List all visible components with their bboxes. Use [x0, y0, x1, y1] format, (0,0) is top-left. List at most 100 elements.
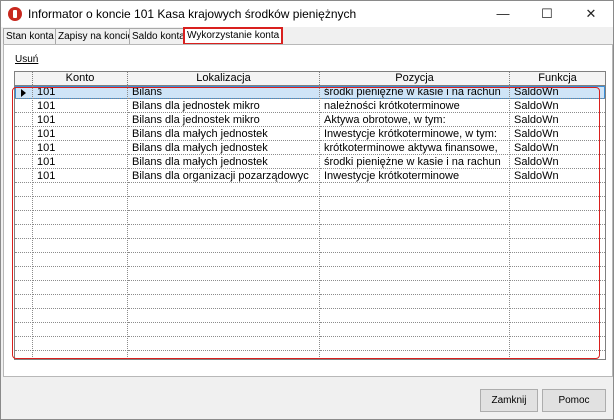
cell-lokalizacja[interactable]	[128, 184, 320, 197]
cell-funkcja[interactable]	[510, 226, 605, 239]
tab-wykorzystanie-konta[interactable]: Wykorzystanie konta	[183, 27, 284, 45]
empty-row[interactable]	[15, 296, 605, 309]
cell-funkcja[interactable]: SaldoWn	[510, 142, 605, 155]
cell-lokalizacja[interactable]	[128, 324, 320, 337]
cell-konto[interactable]: 101	[33, 156, 128, 169]
cell-funkcja[interactable]	[510, 296, 605, 309]
cell-funkcja[interactable]	[510, 310, 605, 323]
cell-pozycja[interactable]	[320, 198, 510, 211]
cell-lokalizacja[interactable]: Bilans dla małych jednostek	[128, 128, 320, 141]
cell-pozycja[interactable]: Aktywa obrotowe, w tym:	[320, 114, 510, 127]
tab-zapisy-na-koncie[interactable]: Zapisy na koncie	[55, 28, 137, 45]
tab-saldo-konta[interactable]: Saldo konta	[129, 28, 188, 45]
cell-konto[interactable]	[33, 268, 128, 281]
cell-pozycja[interactable]	[320, 338, 510, 351]
header-funkcja[interactable]: Funkcja	[510, 72, 605, 85]
cell-pozycja[interactable]	[320, 310, 510, 323]
empty-row[interactable]	[15, 352, 605, 359]
cell-konto[interactable]	[33, 212, 128, 225]
cell-konto[interactable]	[33, 240, 128, 253]
cell-pozycja[interactable]	[320, 254, 510, 267]
empty-row[interactable]	[15, 240, 605, 253]
help-button[interactable]: Pomoc	[542, 389, 606, 412]
cell-konto[interactable]: 101	[33, 100, 128, 113]
cell-pozycja[interactable]: krótkoterminowe aktywa finansowe,	[320, 142, 510, 155]
cell-konto[interactable]: 101	[33, 170, 128, 183]
cell-lokalizacja[interactable]: Bilans dla jednostek mikro	[128, 100, 320, 113]
cell-funkcja[interactable]	[510, 212, 605, 225]
cell-pozycja[interactable]: środki pieniężne w kasie i na rachun	[320, 156, 510, 169]
cell-funkcja[interactable]: SaldoWn	[510, 156, 605, 169]
cell-funkcja[interactable]: SaldoWn	[510, 86, 605, 99]
empty-row[interactable]	[15, 324, 605, 337]
cell-lokalizacja[interactable]: Bilans	[128, 86, 320, 99]
tab-stan-konta[interactable]: Stan konta	[3, 28, 57, 45]
close-button[interactable]: Zamknij	[480, 389, 538, 412]
table-row[interactable]: 101 Bilans dla małych jednostek środki pie…	[15, 156, 605, 169]
cell-konto[interactable]	[33, 184, 128, 197]
cell-konto[interactable]	[33, 338, 128, 351]
empty-row[interactable]	[15, 338, 605, 351]
cell-lokalizacja[interactable]	[128, 212, 320, 225]
empty-row[interactable]	[15, 198, 605, 211]
close-icon[interactable]: ✕	[569, 1, 613, 27]
title-bar[interactable]: Informator o koncie 101 Kasa krajowych ś…	[1, 1, 613, 27]
cell-funkcja[interactable]	[510, 338, 605, 351]
cell-pozycja[interactable]: środki pieniężne w kasie i na rachun	[320, 86, 510, 99]
cell-pozycja[interactable]: należności krótkoterminowe	[320, 100, 510, 113]
table-row[interactable]: 101 Bilans dla małych jednostek Inwestycje…	[15, 128, 605, 141]
cell-funkcja[interactable]	[510, 184, 605, 197]
cell-pozycja[interactable]	[320, 352, 510, 359]
usage-grid[interactable]: Konto Lokalizacja Pozycja Funkcja 101 Bil…	[14, 71, 606, 360]
delete-link[interactable]: Usuń	[15, 54, 38, 65]
cell-pozycja[interactable]: Inwestycje krótkoterminowe	[320, 170, 510, 183]
cell-konto[interactable]	[33, 352, 128, 359]
cell-lokalizacja[interactable]: Bilans dla małych jednostek	[128, 156, 320, 169]
cell-lokalizacja[interactable]	[128, 338, 320, 351]
table-row[interactable]: 101 Bilans dla jednostek mikro należności …	[15, 100, 605, 113]
cell-pozycja[interactable]	[320, 184, 510, 197]
cell-konto[interactable]	[33, 226, 128, 239]
header-lokalizacja[interactable]: Lokalizacja	[128, 72, 320, 85]
empty-row[interactable]	[15, 254, 605, 267]
cell-funkcja[interactable]	[510, 352, 605, 359]
cell-pozycja[interactable]	[320, 212, 510, 225]
cell-funkcja[interactable]: SaldoWn	[510, 100, 605, 113]
cell-konto[interactable]: 101	[33, 142, 128, 155]
cell-konto[interactable]	[33, 310, 128, 323]
cell-pozycja[interactable]	[320, 226, 510, 239]
cell-konto[interactable]	[33, 324, 128, 337]
cell-konto[interactable]	[33, 198, 128, 211]
cell-konto[interactable]	[33, 282, 128, 295]
cell-pozycja[interactable]	[320, 268, 510, 281]
cell-lokalizacja[interactable]	[128, 198, 320, 211]
cell-lokalizacja[interactable]	[128, 268, 320, 281]
cell-lokalizacja[interactable]	[128, 310, 320, 323]
cell-lokalizacja[interactable]: Bilans dla małych jednostek	[128, 142, 320, 155]
cell-funkcja[interactable]: SaldoWn	[510, 128, 605, 141]
table-row[interactable]: 101 Bilans środki pieniężne w kasie i na r…	[15, 86, 605, 99]
cell-funkcja[interactable]	[510, 282, 605, 295]
cell-lokalizacja[interactable]	[128, 226, 320, 239]
cell-funkcja[interactable]	[510, 268, 605, 281]
cell-konto[interactable]: 101	[33, 114, 128, 127]
table-row[interactable]: 101 Bilans dla organizacji pozarządowyc In…	[15, 170, 605, 183]
cell-pozycja[interactable]: Inwestycje krótkoterminowe, w tym:	[320, 128, 510, 141]
table-row[interactable]: 101 Bilans dla jednostek mikro Aktywa obro…	[15, 114, 605, 127]
cell-lokalizacja[interactable]	[128, 296, 320, 309]
empty-row[interactable]	[15, 282, 605, 295]
cell-konto[interactable]: 101	[33, 128, 128, 141]
cell-konto[interactable]	[33, 296, 128, 309]
cell-lokalizacja[interactable]: Bilans dla jednostek mikro	[128, 114, 320, 127]
cell-lokalizacja[interactable]	[128, 282, 320, 295]
cell-lokalizacja[interactable]	[128, 352, 320, 359]
cell-pozycja[interactable]	[320, 282, 510, 295]
cell-funkcja[interactable]: SaldoWn	[510, 170, 605, 183]
empty-row[interactable]	[15, 268, 605, 281]
empty-row[interactable]	[15, 226, 605, 239]
table-row[interactable]: 101 Bilans dla małych jednostek krótkoterm…	[15, 142, 605, 155]
maximize-icon[interactable]: ☐	[525, 1, 569, 27]
empty-row[interactable]	[15, 212, 605, 225]
cell-lokalizacja[interactable]	[128, 240, 320, 253]
cell-pozycja[interactable]	[320, 240, 510, 253]
